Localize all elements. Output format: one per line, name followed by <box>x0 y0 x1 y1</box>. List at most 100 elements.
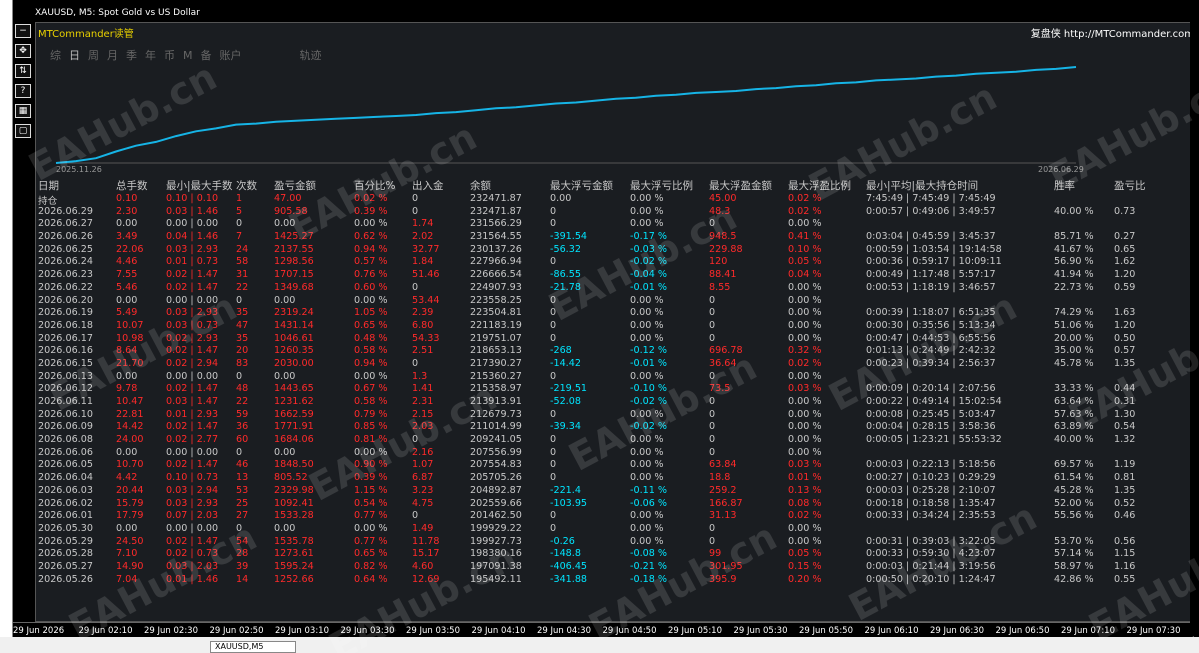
window-icon[interactable]: ▢ <box>15 124 31 138</box>
cell-1: 0.00 <box>116 522 138 534</box>
split-icon[interactable]: ⇅ <box>15 64 31 78</box>
cell-14: 0.65 <box>1114 243 1136 255</box>
cell-0: 2026.06.05 <box>38 459 93 471</box>
cell-10: 8.55 <box>709 281 731 293</box>
cell-4: 1260.35 <box>274 345 314 357</box>
time-tick: 29 Jun 04:10 <box>471 626 526 636</box>
tab-3[interactable]: 月 <box>107 49 118 62</box>
cell-3: 14 <box>236 573 249 585</box>
cell-3: 0 <box>236 446 243 458</box>
help-icon[interactable]: ? <box>15 84 31 98</box>
tab-1[interactable]: 日 <box>69 49 80 62</box>
cell-12: 0:00:08 | 0:25:45 | 5:03:47 <box>866 408 996 420</box>
cell-8: 0 <box>550 319 557 331</box>
cell-10: 0 <box>709 434 716 446</box>
cell-9: 0.00 % <box>630 522 664 534</box>
tab-4[interactable]: 季 <box>126 49 137 62</box>
cell-7: 202559.66 <box>470 497 522 509</box>
cell-14: 1.19 <box>1114 459 1136 471</box>
table-row: 2026.06.05 10.70 0.02 | 1.47 46 1848.50 0.90 … <box>36 459 1198 472</box>
cell-5: 0.79 % <box>354 408 388 420</box>
cell-7: 232471.87 <box>470 193 522 204</box>
table-row: 2026.06.16 8.64 0.02 | 1.47 20 1260.35 0.58 %… <box>36 345 1198 358</box>
cell-2: 0.02 | 2.77 <box>166 434 219 446</box>
cell-5: 0.94 % <box>354 357 388 369</box>
cell-7: 209241.05 <box>470 434 522 446</box>
cell-5: 0.65 % <box>354 319 388 331</box>
time-tick: 29 Jun 2026 <box>13 626 65 636</box>
cell-10: 259.2 <box>709 484 737 496</box>
table-row: 2026.06.13 0.00 0.00 | 0.00 0 0.00 0.00 % 1.3 2… <box>36 370 1198 384</box>
cell-9: 0.00 % <box>630 459 664 471</box>
cell-14: 1.20 <box>1114 269 1136 281</box>
cell-4: 2329.98 <box>274 484 314 496</box>
cell-1: 0.10 <box>116 193 138 204</box>
cell-3: 35 <box>236 332 249 344</box>
time-tick: 29 Jun 04:30 <box>537 626 591 636</box>
cell-3: 48 <box>236 383 249 395</box>
cell-7: 230137.26 <box>470 243 522 255</box>
cell-3: 0 <box>236 294 243 306</box>
cell-10: 0 <box>709 307 716 319</box>
cell-4: 1349.68 <box>274 281 314 293</box>
cell-0: 2026.06.18 <box>38 319 93 331</box>
grid-icon[interactable]: ▦ <box>15 104 31 118</box>
cell-1: 24.50 <box>116 535 144 547</box>
cell-7: 232471.87 <box>470 205 522 217</box>
cell-6: 1.3 <box>412 370 428 382</box>
cell-6: 0 <box>412 193 419 204</box>
cell-7: 223504.81 <box>470 307 522 319</box>
cell-10: 0 <box>709 319 716 331</box>
chart-tab[interactable]: XAUUSD,M5 <box>210 641 296 653</box>
cell-13: 69.57 % <box>1054 459 1094 471</box>
header-12: 最小|平均|最大持仓时间 <box>866 180 979 192</box>
cell-2: 0.02 | 1.47 <box>166 383 219 395</box>
cell-6: 53.44 <box>412 294 440 306</box>
cell-8: 0.00 <box>550 193 572 204</box>
table-row: 持仓 0.10 0.10 | 0.10 1 47.00 0.02 % 0 232471.87 0… <box>36 193 1198 206</box>
cell-6: 11.78 <box>412 535 440 547</box>
cell-2: 0.01 | 0.73 <box>166 256 219 268</box>
header-8: 最大浮亏金额 <box>550 180 613 192</box>
cell-11: 0.00 % <box>788 332 822 344</box>
cell-10: 0 <box>709 446 716 458</box>
tab-5[interactable]: 年 <box>145 49 156 62</box>
cell-13: 57.14 % <box>1054 548 1094 560</box>
minus-icon[interactable]: − <box>15 24 31 38</box>
header-3: 次数 <box>236 180 257 192</box>
cell-2: 0.03 | 2.94 <box>166 484 219 496</box>
cell-9: 0.00 % <box>630 205 664 217</box>
cell-3: 59 <box>236 408 249 420</box>
cell-5: 0.48 % <box>354 332 388 344</box>
cell-5: 1.05 % <box>354 307 388 319</box>
cell-12: 0:00:57 | 0:49:06 | 3:49:57 <box>866 205 996 217</box>
cell-8: 0 <box>550 370 557 382</box>
cell-4: 1535.78 <box>274 535 314 547</box>
tab-2[interactable]: 周 <box>88 49 99 62</box>
cell-13: 20.00 % <box>1054 332 1094 344</box>
site-link[interactable]: 复盘侠 http://MTCommander.com <box>1031 25 1194 40</box>
cell-1: 10.47 <box>116 396 144 407</box>
cell-1: 0.00 <box>116 294 138 306</box>
tab-0[interactable]: 综 <box>50 49 61 62</box>
cell-8: 0 <box>550 522 557 534</box>
cell-6: 1.84 <box>412 256 434 268</box>
move-icon[interactable]: ✥ <box>15 44 31 58</box>
cell-11: 0.00 % <box>788 396 822 407</box>
cell-2: 0.01 | 2.93 <box>166 408 219 420</box>
cell-4: 0.00 <box>274 370 296 382</box>
tab-6[interactable]: 币 <box>164 49 175 62</box>
cell-1: 0.00 <box>116 446 138 458</box>
cell-5: 0.00 % <box>354 522 388 534</box>
cell-11: 0.00 % <box>788 294 822 306</box>
left-strip <box>0 0 12 653</box>
cell-0: 2026.06.27 <box>38 218 93 230</box>
tab-10[interactable]: 轨迹 <box>300 49 322 62</box>
cell-13: 22.73 % <box>1054 281 1094 293</box>
cell-5: 0.58 % <box>354 396 388 407</box>
window-title: XAUUSD, M5: Spot Gold vs US Dollar <box>35 8 200 18</box>
cell-1: 4.46 <box>116 256 138 268</box>
cell-12: 0:00:03 | 0:25:28 | 2:10:07 <box>866 484 996 496</box>
cell-10: 18.8 <box>709 472 731 484</box>
tab-9[interactable]: 账户 <box>220 49 242 62</box>
